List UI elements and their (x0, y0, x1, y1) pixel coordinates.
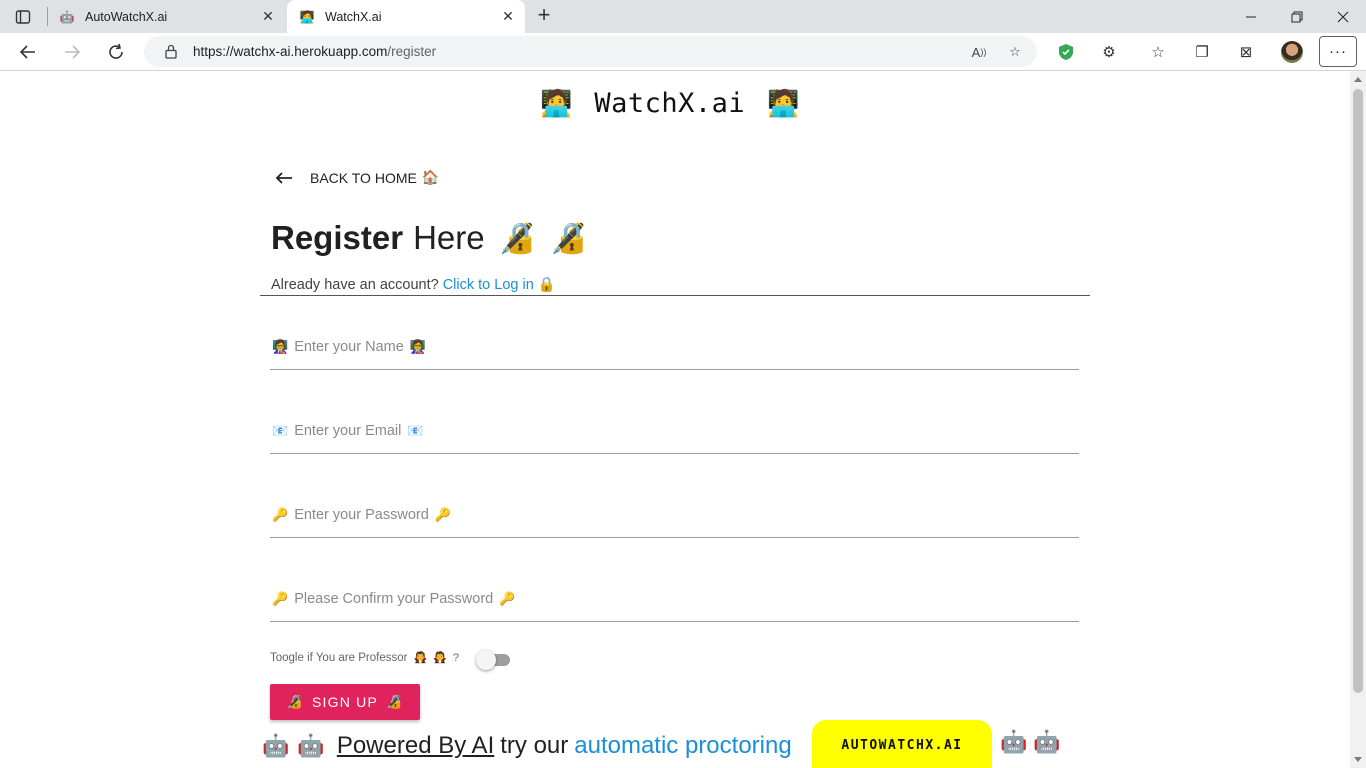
name-field[interactable]: 👩‍🏫 Enter your Name 👩‍🏫 (270, 330, 1079, 370)
toggle-knob (476, 650, 496, 670)
url-field[interactable]: https://watchx-ai.herokuapp.com/register… (144, 36, 1037, 67)
read-aloud-icon[interactable]: A)) (970, 43, 988, 61)
teacher-icon: 👩‍🏫 (272, 339, 289, 354)
professor-toggle-label: Toogle if You are Professor 🧛 🧛 ? (270, 651, 459, 665)
extensions-icon[interactable]: ⚙ (1098, 41, 1120, 63)
confirm-password-placeholder: 🔑 Please Confirm your Password 🔑 (272, 591, 515, 607)
lock-icon: 🔒 (537, 277, 556, 293)
email-placeholder: 📧 Enter your Email 📧 (272, 423, 424, 439)
automatic-proctoring-link[interactable]: automatic proctoring (574, 732, 791, 760)
browser-tab-bar: 🤖 AutoWatchX.ai ✕ 🧑‍💻 WatchX.ai ✕ + (0, 0, 1366, 33)
key-icon: 🔑 (272, 591, 289, 606)
url-path: /register (387, 44, 437, 59)
placeholder-text: Enter your Email (294, 423, 402, 439)
key-icon: 🔑 (499, 591, 516, 606)
title-rest: Here (413, 219, 485, 256)
professor-toggle-switch[interactable] (476, 650, 512, 670)
minimize-icon[interactable] (1228, 0, 1274, 33)
lock-icon[interactable] (164, 44, 178, 59)
close-tab-icon[interactable]: ✕ (501, 9, 515, 23)
lock-pen-icon: 🔏 (286, 694, 305, 709)
password-field[interactable]: 🔑 Enter your Password 🔑 (270, 498, 1079, 538)
toggle-question-mark: ? (452, 651, 459, 664)
login-prompt-text: Already have an account? (271, 277, 439, 293)
back-to-home-link[interactable]: BACK TO HOME 🏠 (275, 169, 439, 186)
url-text: https://watchx-ai.herokuapp.com/register (193, 44, 436, 59)
robot-favicon-icon: 🤖 (59, 9, 75, 24)
scroll-down-icon[interactable] (1354, 757, 1362, 762)
url-host: https://watchx-ai.herokuapp.com (193, 44, 388, 59)
tab-title: AutoWatchX.ai (85, 9, 168, 24)
person-laptop-icon: 🧑‍💻 (540, 87, 573, 118)
robot-icon: 🤖 (297, 733, 325, 758)
back-to-home-label: BACK TO HOME (310, 169, 417, 186)
email-icon: 📧 (272, 423, 289, 438)
browser-tab-watchx[interactable]: 🧑‍💻 WatchX.ai ✕ (287, 0, 525, 33)
title-bold: Register (271, 219, 404, 256)
teacher-icon: 👩‍🏫 (409, 339, 426, 354)
footer-promo: 🤖 🤖 Powered By AI try our automatic proc… (262, 726, 792, 766)
lock-pen-icon: 🔏 (498, 221, 536, 255)
placeholder-text: Enter your Name (294, 339, 404, 355)
new-tab-icon[interactable]: + (533, 4, 555, 27)
close-tab-icon[interactable]: ✕ (261, 9, 275, 23)
placeholder-text: Please Confirm your Password (294, 591, 494, 607)
key-icon: 🔑 (272, 507, 289, 522)
person-laptop-icon: 🧑‍💻 (767, 87, 800, 118)
page-title: Register Here 🔏 🔏 (271, 219, 587, 257)
key-icon: 🔑 (434, 507, 451, 522)
tab-actions-icon[interactable] (12, 7, 34, 27)
add-favorite-icon[interactable]: ☆ (1006, 43, 1024, 61)
vampire-icon: 🧛 (433, 652, 447, 664)
page-scrollbar[interactable] (1350, 71, 1366, 768)
address-bar: https://watchx-ai.herokuapp.com/register… (0, 33, 1366, 71)
favorites-icon[interactable]: ☆ (1147, 41, 1169, 63)
login-prompt: Already have an account? Click to Log in… (271, 276, 556, 293)
login-link[interactable]: Click to Log in (443, 277, 534, 293)
email-icon: 📧 (407, 423, 424, 438)
name-placeholder: 👩‍🏫 Enter your Name 👩‍🏫 (272, 339, 426, 355)
divider (260, 295, 1090, 296)
page-content: 🧑‍💻 WatchX.ai 🧑‍💻 BACK TO HOME 🏠 Registe… (0, 71, 1350, 768)
back-arrow-icon[interactable] (15, 39, 41, 65)
person-laptop-favicon-icon: 🧑‍💻 (299, 9, 315, 24)
shield-icon[interactable] (1055, 41, 1077, 63)
refresh-icon[interactable] (103, 39, 129, 65)
password-placeholder: 🔑 Enter your Password 🔑 (272, 507, 451, 523)
placeholder-text: Enter your Password (294, 507, 429, 523)
sign-up-label: SIGN UP (312, 694, 378, 710)
more-options-icon[interactable]: ··· (1319, 36, 1357, 67)
scroll-thumb[interactable] (1353, 89, 1363, 693)
vampire-icon: 🧛 (413, 652, 428, 664)
footer-try-text: try our (500, 732, 569, 759)
autowatchx-button[interactable]: AUTOWATCHX.AI (812, 720, 992, 768)
close-window-icon[interactable] (1320, 0, 1366, 33)
tab-title: WatchX.ai (325, 9, 382, 24)
profile-avatar[interactable] (1281, 41, 1303, 63)
arrow-left-icon (275, 171, 292, 184)
house-icon: 🏠 (421, 169, 440, 185)
robot-icon: 🤖 (262, 733, 290, 758)
forward-arrow-icon[interactable] (59, 39, 85, 65)
lock-pen-icon: 🔏 (385, 694, 404, 709)
robot-icon: 🤖 (1000, 729, 1034, 754)
confirm-password-field[interactable]: 🔑 Please Confirm your Password 🔑 (270, 582, 1079, 622)
collections-icon[interactable]: ❐ (1191, 41, 1213, 63)
lock-pen-icon: 🔏 (549, 221, 588, 255)
toggle-label-text: Toogle if You are Professor (270, 651, 408, 664)
brand-header: 🧑‍💻 WatchX.ai 🧑‍💻 (540, 85, 800, 121)
robot-icons-right: 🤖🤖 (1000, 729, 1067, 755)
robot-icon: 🤖 (1033, 729, 1067, 754)
scroll-up-icon[interactable] (1354, 77, 1362, 82)
email-field[interactable]: 📧 Enter your Email 📧 (270, 414, 1079, 454)
browser-tab-autowatchx[interactable]: 🤖 AutoWatchX.ai ✕ (47, 0, 285, 33)
powered-by-ai-link[interactable]: Powered By AI (337, 732, 494, 760)
sign-up-button[interactable]: 🔏 SIGN UP 🔏 (270, 684, 420, 720)
restore-icon[interactable] (1274, 0, 1320, 33)
math-solver-icon[interactable]: ⊠ (1235, 41, 1257, 63)
brand-name: WatchX.ai (594, 87, 746, 119)
